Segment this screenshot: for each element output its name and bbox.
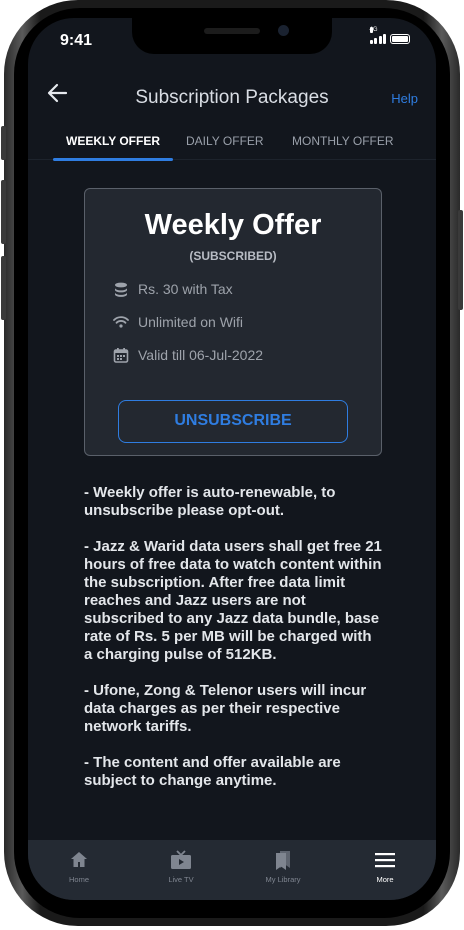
tab-monthly-offer[interactable]: MONTHLY OFFER (292, 134, 394, 148)
status-time: 9:41 (60, 32, 93, 49)
nav-more[interactable]: More (350, 850, 420, 884)
terms-paragraph: - The content and offer available are su… (84, 754, 341, 789)
feature-validity-text: Valid till 06-Jul-2022 (138, 347, 264, 363)
feature-price-text: Rs. 30 with Tax (138, 281, 233, 297)
app-screen: 9:41 4G Subscription Packages Help WEEKL… (28, 18, 436, 900)
active-tab-indicator (53, 158, 173, 161)
feature-price: Rs. 30 with Tax (113, 281, 233, 297)
nav-more-label: More (376, 875, 394, 884)
status-indicators: 4G (369, 27, 410, 44)
volume-down-button (1, 256, 6, 320)
terms-paragraph: - Ufone, Zong & Telenor users will incur… (84, 682, 367, 735)
tv-icon (146, 850, 216, 870)
notch (132, 18, 332, 54)
feature-wifi: Unlimited on Wifi (113, 314, 243, 330)
terms-text: - Weekly offer is auto-renewable, to uns… (84, 484, 384, 808)
speaker-grille (204, 28, 260, 34)
bookmark-icon (248, 850, 318, 870)
wifi-icon (113, 314, 129, 330)
mute-switch (1, 126, 6, 160)
app-header: Subscription Packages Help (28, 78, 436, 122)
nav-live-tv-label: Live TV (168, 875, 194, 884)
volume-up-button (1, 180, 6, 244)
nav-home[interactable]: Home (44, 850, 114, 884)
nav-home-label: Home (68, 875, 89, 884)
calendar-icon (113, 347, 129, 363)
unsubscribe-button[interactable]: UNSUBSCRIBE (118, 400, 348, 443)
nav-live-tv[interactable]: Live TV (146, 850, 216, 884)
help-link[interactable]: Help (391, 91, 418, 106)
home-icon (44, 850, 114, 870)
terms-paragraph: - Jazz & Warid data users shall get free… (84, 538, 382, 663)
terms-paragraph: - Weekly offer is auto-renewable, to uns… (84, 484, 336, 519)
page-title: Subscription Packages (135, 87, 329, 108)
subscription-status: (SUBSCRIBED) (189, 249, 277, 263)
offer-card: Weekly Offer (SUBSCRIBED) Rs. 30 with Ta… (84, 188, 382, 456)
power-button (458, 210, 463, 310)
feature-validity: Valid till 06-Jul-2022 (113, 347, 263, 363)
tab-weekly-offer[interactable]: WEEKLY OFFER (66, 134, 160, 148)
offer-title: Weekly Offer (144, 209, 322, 241)
coins-icon (113, 281, 129, 297)
tab-daily-offer[interactable]: DAILY OFFER (186, 134, 264, 148)
menu-icon (350, 850, 420, 870)
nav-my-library[interactable]: My Library (248, 850, 318, 884)
network-type: 4G (369, 27, 378, 33)
feature-wifi-text: Unlimited on Wifi (138, 314, 244, 330)
bottom-navigation: Home Live TV My Library More (28, 840, 436, 900)
front-camera (278, 25, 289, 36)
offer-tabs: WEEKLY OFFER DAILY OFFER MONTHLY OFFER (28, 126, 436, 161)
nav-my-library-label: My Library (265, 875, 301, 884)
signal-icon: 4G (369, 27, 386, 44)
battery-icon (390, 34, 410, 44)
